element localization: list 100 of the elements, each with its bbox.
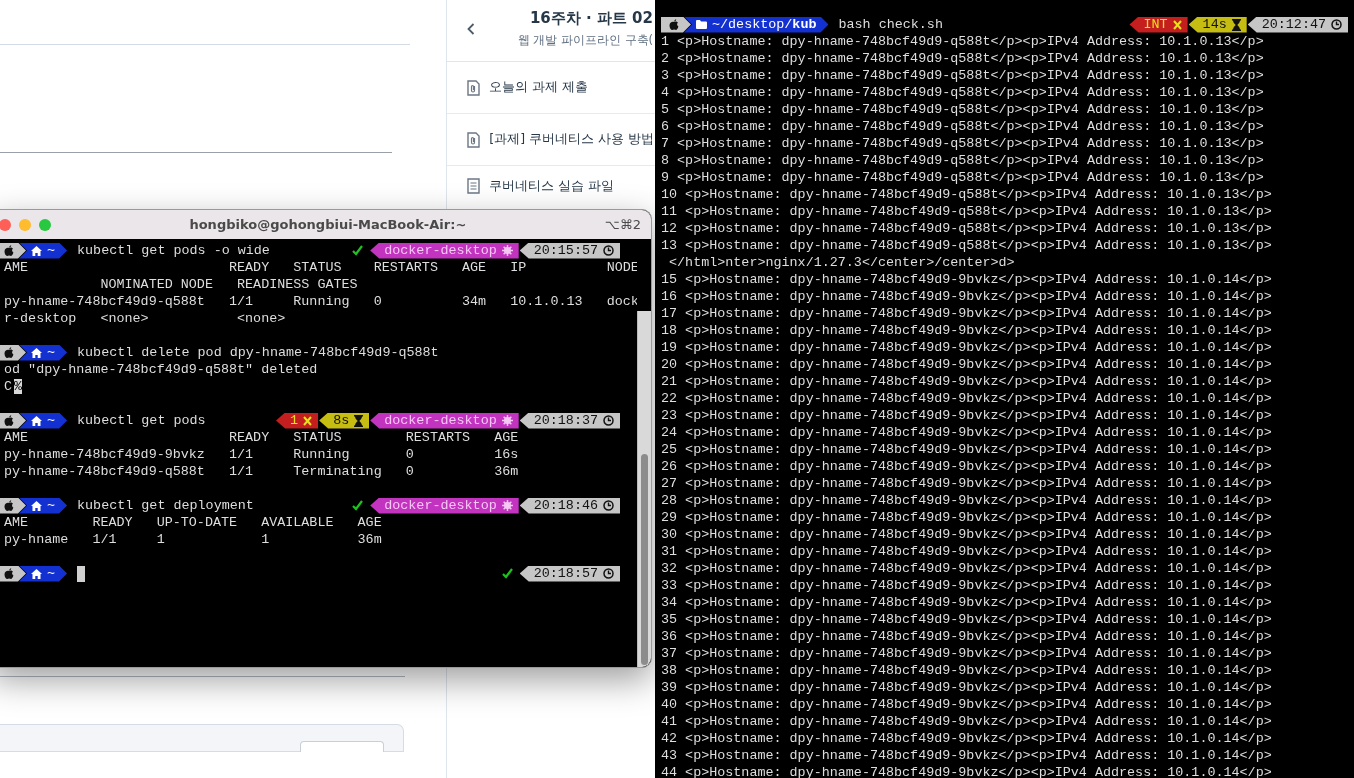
lesson-item[interactable]: 쿠버네티스 실습 파일: [447, 166, 655, 206]
terminal-line: 7 <p>Hostname: dpy-hname-748bcf49d9-q588t</p><p>IPv4 Address: 10.1.0.13</p>: [661, 136, 1264, 151]
segment-label: 20:18:37: [533, 413, 598, 428]
terminal-line: py-hname 1/1 1 1 36m: [4, 532, 382, 547]
terminal-line: 9 <p>Hostname: dpy-hname-748bcf49d9-q588t</p><p>IPv4 Address: 10.1.0.13</p>: [661, 170, 1264, 185]
house-icon: [31, 245, 42, 256]
window-title: hongbiko@gohongbiui-MacBook-Air:~: [188, 217, 468, 232]
text-cursor: [77, 565, 86, 582]
house-icon: [31, 568, 42, 579]
terminal-line: py-hname-748bcf49d9-q588t 1/1 Terminating 0 36m: [4, 464, 519, 479]
segment-label: INT: [1143, 17, 1168, 32]
terminal-line: 10 <p>Hostname: dpy-hname-748bcf49d9-q588t</p><p>IPv4 Address: 10.1.0.13</p>: [661, 187, 1272, 202]
terminal-line: 30 <p>Hostname: dpy-hname-748bcf49d9-9bvkz</p><p>IPv4 Address: 10.1.0.14</p>: [661, 527, 1272, 542]
terminal-line: AME READY STATUS RESTARTS AGE: [4, 430, 519, 445]
terminal-line: AME READY UP-TO-DATE AVAILABLE AGE: [4, 515, 382, 530]
hourglass-icon: [354, 414, 364, 427]
minimize-button[interactable]: [19, 218, 31, 231]
terminal-line: 35 <p>Hostname: dpy-hname-748bcf49d9-9bvkz</p><p>IPv4 Address: 10.1.0.14</p>: [661, 612, 1272, 627]
apple-icon: [4, 244, 14, 257]
terminal-line: 8 <p>Hostname: dpy-hname-748bcf49d9-q588t</p><p>IPv4 Address: 10.1.0.13</p>: [661, 153, 1264, 168]
house-icon: [31, 415, 42, 426]
terminal-line: 4 <p>Hostname: dpy-hname-748bcf49d9-q588t</p><p>IPv4 Address: 10.1.0.13</p>: [661, 85, 1264, 100]
segment-label: 14s: [1202, 17, 1227, 32]
course-subtitle: 웹 개발 파이프라인 구축(: [517, 33, 653, 48]
terminal-line: 2 <p>Hostname: dpy-hname-748bcf49d9-q588t</p><p>IPv4 Address: 10.1.0.13</p>: [661, 51, 1264, 66]
terminal-line: 29 <p>Hostname: dpy-hname-748bcf49d9-9bvkz</p><p>IPv4 Address: 10.1.0.14</p>: [661, 510, 1272, 525]
scrollbar[interactable]: [637, 311, 651, 667]
command-text: kubectl get deployment: [77, 498, 254, 513]
wheel-icon: [501, 500, 513, 511]
zoom-button[interactable]: [39, 218, 51, 231]
terminal-line: r-desktop <none> <none>: [4, 311, 286, 326]
terminal-line: 28 <p>Hostname: dpy-hname-748bcf49d9-9bvkz</p><p>IPv4 Address: 10.1.0.14</p>: [661, 493, 1272, 508]
apple-icon: [4, 567, 14, 580]
segment-label: docker-desktop: [384, 413, 497, 428]
terminal-line: 38 <p>Hostname: dpy-hname-748bcf49d9-9bvkz</p><p>IPv4 Address: 10.1.0.14</p>: [661, 663, 1272, 678]
segment-label: docker-desktop: [384, 243, 497, 258]
terminal-line: 19 <p>Hostname: dpy-hname-748bcf49d9-9bvkz</p><p>IPv4 Address: 10.1.0.14</p>: [661, 340, 1272, 355]
terminal-line: 13 <p>Hostname: dpy-hname-748bcf49d9-q588t</p><p>IPv4 Address: 10.1.0.13</p>: [661, 238, 1272, 253]
terminal-line: 1 <p>Hostname: dpy-hname-748bcf49d9-q588t</p><p>IPv4 Address: 10.1.0.13</p>: [661, 34, 1264, 49]
apple-icon: [4, 499, 14, 512]
terminal-line: 5 <p>Hostname: dpy-hname-748bcf49d9-q588t</p><p>IPv4 Address: 10.1.0.13</p>: [661, 102, 1264, 117]
clock-icon: [603, 415, 614, 426]
terminal-line: 42 <p>Hostname: dpy-hname-748bcf49d9-9bvkz</p><p>IPv4 Address: 10.1.0.14</p>: [661, 731, 1272, 746]
check-icon: [352, 245, 364, 256]
cross-icon: [303, 415, 313, 426]
terminal-line: 20 <p>Hostname: dpy-hname-748bcf49d9-9bvkz</p><p>IPv4 Address: 10.1.0.14</p>: [661, 357, 1272, 372]
segment-label: ~: [47, 243, 56, 258]
clock-icon: [603, 500, 614, 511]
terminal-line: 36 <p>Hostname: dpy-hname-748bcf49d9-9bvkz</p><p>IPv4 Address: 10.1.0.14</p>: [661, 629, 1272, 644]
terminal-line: 27 <p>Hostname: dpy-hname-748bcf49d9-9bvkz</p><p>IPv4 Address: 10.1.0.14</p>: [661, 476, 1272, 491]
terminal-line: </html>nter>nginx/1.27.3</center>/center>d>: [668, 255, 1015, 270]
house-icon: [31, 347, 42, 358]
cross-icon: [1172, 19, 1182, 30]
command-text: kubectl get pods -o wide: [77, 243, 270, 258]
segment-label: ~/desktop/kub: [712, 17, 817, 32]
terminal-line: NOMINATED NODE READINESS GATES: [99, 277, 358, 292]
terminal-line: 17 <p>Hostname: dpy-hname-748bcf49d9-9bvkz</p><p>IPv4 Address: 10.1.0.14</p>: [661, 306, 1272, 321]
segment-label: ~: [47, 345, 56, 360]
hourglass-icon: [1231, 18, 1241, 31]
segment-label: 8s: [333, 413, 350, 428]
terminal-line: 37 <p>Hostname: dpy-hname-748bcf49d9-9bvkz</p><p>IPv4 Address: 10.1.0.14</p>: [661, 646, 1272, 661]
terminal-line: 6 <p>Hostname: dpy-hname-748bcf49d9-q588t</p><p>IPv4 Address: 10.1.0.13</p>: [661, 119, 1264, 134]
terminal-line: 21 <p>Hostname: dpy-hname-748bcf49d9-9bvkz</p><p>IPv4 Address: 10.1.0.14</p>: [661, 374, 1272, 389]
segment-label: 20:15:57: [533, 243, 598, 258]
segment-label: 20:12:47: [1261, 17, 1326, 32]
terminal-line: 11 <p>Hostname: dpy-hname-748bcf49d9-q588t</p><p>IPv4 Address: 10.1.0.13</p>: [661, 204, 1272, 219]
terminal-line: 18 <p>Hostname: dpy-hname-748bcf49d9-9bvkz</p><p>IPv4 Address: 10.1.0.14</p>: [661, 323, 1272, 338]
segment-label: docker-desktop: [384, 498, 497, 513]
segment-label: ~: [47, 498, 56, 513]
paperclip-file-icon: [467, 131, 481, 148]
terminal-line: 3 <p>Hostname: dpy-hname-748bcf49d9-q588t</p><p>IPv4 Address: 10.1.0.13</p>: [661, 68, 1264, 83]
command-text: bash check.sh: [838, 17, 943, 32]
command-text: kubectl get pods: [77, 413, 206, 428]
paperclip-file-icon: [467, 79, 481, 96]
apple-icon: [669, 18, 679, 31]
terminal-line: 40 <p>Hostname: dpy-hname-748bcf49d9-9bvkz</p><p>IPv4 Address: 10.1.0.14</p>: [661, 697, 1272, 712]
terminal-line: 24 <p>Hostname: dpy-hname-748bcf49d9-9bvkz</p><p>IPv4 Address: 10.1.0.14</p>: [661, 425, 1272, 440]
terminal-line: 41 <p>Hostname: dpy-hname-748bcf49d9-9bvkz</p><p>IPv4 Address: 10.1.0.14</p>: [661, 714, 1272, 729]
terminal-line: 25 <p>Hostname: dpy-hname-748bcf49d9-9bvkz</p><p>IPv4 Address: 10.1.0.14</p>: [661, 442, 1272, 457]
terminal-line: 12 <p>Hostname: dpy-hname-748bcf49d9-q588t</p><p>IPv4 Address: 10.1.0.13</p>: [661, 221, 1272, 236]
terminal-line: 22 <p>Hostname: dpy-hname-748bcf49d9-9bvkz</p><p>IPv4 Address: 10.1.0.14</p>: [661, 391, 1272, 406]
segment-label: 20:18:46: [533, 498, 598, 513]
back-icon[interactable]: [467, 22, 476, 35]
terminal-line: C%: [4, 379, 23, 394]
terminal-line: 15 <p>Hostname: dpy-hname-748bcf49d9-9bvkz</p><p>IPv4 Address: 10.1.0.14</p>: [661, 272, 1272, 287]
close-button[interactable]: [0, 218, 11, 231]
segment-label: 20:18:57: [533, 566, 598, 581]
terminal-line: 16 <p>Hostname: dpy-hname-748bcf49d9-9bvkz</p><p>IPv4 Address: 10.1.0.14</p>: [661, 289, 1272, 304]
apple-icon: [4, 414, 14, 427]
segment-label: ~: [47, 413, 56, 428]
segment-label: ~: [47, 566, 56, 581]
document-icon: [467, 178, 481, 194]
terminal-line: py-hname-748bcf49d9-9bvkz 1/1 Running 0 16s: [4, 447, 519, 462]
card-button[interactable]: [300, 741, 384, 752]
shortcut-label: ⌥⌘2: [604, 217, 641, 232]
wheel-icon: [501, 245, 513, 256]
clock-icon: [603, 568, 614, 579]
terminal-line: 39 <p>Hostname: dpy-hname-748bcf49d9-9bvkz</p><p>IPv4 Address: 10.1.0.14</p>: [661, 680, 1272, 695]
terminal-line: 26 <p>Hostname: dpy-hname-748bcf49d9-9bvkz</p><p>IPv4 Address: 10.1.0.14</p>: [661, 459, 1272, 474]
check-icon: [352, 500, 364, 511]
